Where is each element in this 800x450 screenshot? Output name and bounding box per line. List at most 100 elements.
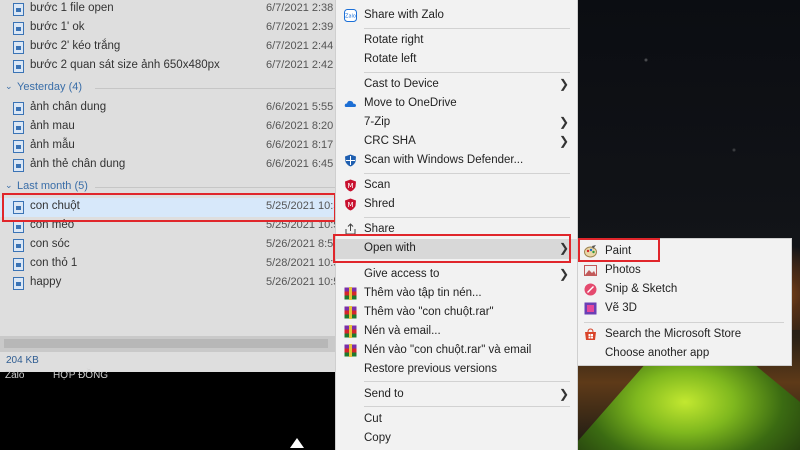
menu-item-restore-versions[interactable]: Restore previous versions xyxy=(336,360,577,379)
menu-label: Scan xyxy=(364,179,391,191)
group-label: Yesterday (4) xyxy=(17,81,83,93)
menu-item-move-onedrive[interactable]: Move to OneDrive xyxy=(336,94,577,113)
menu-separator xyxy=(364,72,570,73)
file-name: con sóc xyxy=(30,238,70,250)
menu-item-crc-sha[interactable]: CRC SHA ❯ xyxy=(336,132,577,151)
menu-label: 7-Zip xyxy=(364,116,391,128)
submenu-item-choose-another[interactable]: Choose another app xyxy=(578,344,791,363)
menu-item-rotate-right[interactable]: Rotate right xyxy=(336,31,577,50)
mouse-cursor-icon xyxy=(290,438,304,448)
menu-item-rar-email[interactable]: Nén và email... xyxy=(336,322,577,341)
menu-label: Nén vào "con chuột.rar" và email xyxy=(364,344,532,356)
menu-item-copy[interactable]: Copy xyxy=(336,429,577,448)
menu-item-rar-add[interactable]: Thêm vào tập tin nén... xyxy=(336,284,577,303)
image-file-icon xyxy=(13,102,24,115)
file-row[interactable]: con sóc 5/26/2021 8:5 xyxy=(0,236,340,255)
menu-item-rar-add-named[interactable]: Thêm vào "con chuột.rar" xyxy=(336,303,577,322)
status-size: 204 KB xyxy=(6,355,39,366)
menu-label: Rotate left xyxy=(364,53,417,65)
image-file-icon xyxy=(13,121,24,134)
menu-label: Rotate right xyxy=(364,34,424,46)
file-date: 5/26/2021 10:5 xyxy=(266,276,340,288)
taskbar-item-zalo[interactable]: Zalo xyxy=(5,370,24,381)
chevron-right-icon: ❯ xyxy=(558,115,569,129)
submenu-item-search-store[interactable]: Search the Microsoft Store xyxy=(578,325,791,344)
file-row[interactable]: ảnh mẫu 6/6/2021 8:17 xyxy=(0,137,340,156)
file-row[interactable]: bước 2 quan sát size ảnh 650x480px 6/7/2… xyxy=(0,57,340,76)
file-date: 6/6/2021 5:55 xyxy=(266,101,334,113)
highlight-paint xyxy=(578,238,660,262)
menu-item-7zip[interactable]: 7-Zip ❯ xyxy=(336,113,577,132)
menu-label: Send to xyxy=(364,388,404,400)
menu-label: Shred xyxy=(364,198,395,210)
submenu-label: Vẽ 3D xyxy=(605,302,637,314)
menu-item-give-access[interactable]: Give access to ❯ xyxy=(336,265,577,284)
winrar-icon xyxy=(344,325,357,338)
chevron-right-icon: ❯ xyxy=(558,267,569,281)
file-row[interactable]: bước 1' ok 6/7/2021 2:39 xyxy=(0,19,340,38)
svg-text:M: M xyxy=(347,182,353,190)
menu-label: Nén và email... xyxy=(364,325,441,337)
menu-item-rar-named-email[interactable]: Nén vào "con chuột.rar" và email xyxy=(336,341,577,360)
file-date: 6/7/2021 2:42 xyxy=(266,59,334,71)
file-name: bước 2' kéo trắng xyxy=(30,40,121,52)
image-file-icon xyxy=(13,22,24,35)
file-name: happy xyxy=(30,276,62,288)
zalo-icon: Zalo xyxy=(344,9,357,22)
file-row[interactable]: ảnh mau 6/6/2021 8:20 xyxy=(0,118,340,137)
file-name: ảnh thẻ chân dung xyxy=(30,158,126,170)
menu-label: Copy xyxy=(364,432,391,444)
group-divider xyxy=(95,187,335,188)
shield-icon xyxy=(345,154,356,167)
menu-item-cut[interactable]: Cut xyxy=(336,410,577,429)
file-name: bước 2 quan sát size ảnh 650x480px xyxy=(30,59,220,71)
menu-item-scan[interactable]: M Scan xyxy=(336,176,577,195)
taskbar-item-hop-dong[interactable]: HỢP ĐỒNG xyxy=(53,370,108,381)
menu-item-scan-defender[interactable]: Scan with Windows Defender... xyxy=(336,151,577,170)
menu-separator xyxy=(364,28,570,29)
file-date: 6/6/2021 6:45 xyxy=(266,158,334,170)
winrar-icon xyxy=(344,306,357,319)
file-row[interactable]: con thỏ 1 5/28/2021 10:5 xyxy=(0,255,340,274)
submenu-item-ve-3d[interactable]: Vẽ 3D xyxy=(578,299,791,318)
file-row[interactable]: bước 2' kéo trắng 6/7/2021 2:44 xyxy=(0,38,340,57)
file-row[interactable]: ảnh thẻ chân dung 6/6/2021 6:45 xyxy=(0,156,340,175)
menu-label: Give access to xyxy=(364,268,440,280)
image-file-icon xyxy=(13,3,24,16)
horizontal-scrollbar[interactable] xyxy=(0,336,340,352)
paint-3d-icon xyxy=(584,302,597,315)
menu-label: Restore previous versions xyxy=(364,363,497,375)
submenu-separator xyxy=(584,322,784,323)
context-menu: Zalo Share with Zalo Rotate right Rotate… xyxy=(335,0,578,450)
menu-separator xyxy=(364,217,570,218)
menu-label: Scan with Windows Defender... xyxy=(364,154,524,166)
file-row[interactable]: bước 1 file open 6/7/2021 2:38 xyxy=(0,0,340,19)
file-row[interactable]: ảnh chân dung 6/6/2021 5:55 xyxy=(0,99,340,118)
submenu-label: Photos xyxy=(605,264,641,276)
cloud-icon xyxy=(344,100,356,107)
menu-label: Thêm vào "con chuột.rar" xyxy=(364,306,494,318)
image-file-icon xyxy=(13,159,24,172)
group-header-yesterday[interactable]: ⌄ Yesterday (4) xyxy=(5,79,335,96)
submenu-item-snip-sketch[interactable]: Snip & Sketch xyxy=(578,280,791,299)
menu-item-send-to[interactable]: Send to ❯ xyxy=(336,385,577,404)
winrar-icon xyxy=(344,344,357,357)
winrar-icon xyxy=(344,287,357,300)
menu-item-shred[interactable]: M Shred xyxy=(336,195,577,214)
file-date: 6/7/2021 2:44 xyxy=(266,40,334,52)
menu-item-cast-to-device[interactable]: Cast to Device ❯ xyxy=(336,75,577,94)
menu-item-share-zalo[interactable]: Zalo Share with Zalo xyxy=(336,6,577,25)
submenu-item-photos[interactable]: Photos xyxy=(578,261,791,280)
menu-item-rotate-left[interactable]: Rotate left xyxy=(336,50,577,69)
file-date: 6/6/2021 8:20 xyxy=(266,120,334,132)
chevron-right-icon: ❯ xyxy=(558,387,569,401)
image-file-icon xyxy=(13,258,24,271)
file-row[interactable]: happy 5/26/2021 10:5 xyxy=(0,274,340,293)
file-name: bước 1 file open xyxy=(30,2,114,14)
menu-label: Cast to Device xyxy=(364,78,439,90)
file-name: ảnh mau xyxy=(30,120,75,132)
scrollbar-thumb[interactable] xyxy=(4,339,328,348)
file-name: bước 1' ok xyxy=(30,21,85,33)
menu-label: Share with Zalo xyxy=(364,9,444,21)
menu-label: Cut xyxy=(364,413,382,425)
